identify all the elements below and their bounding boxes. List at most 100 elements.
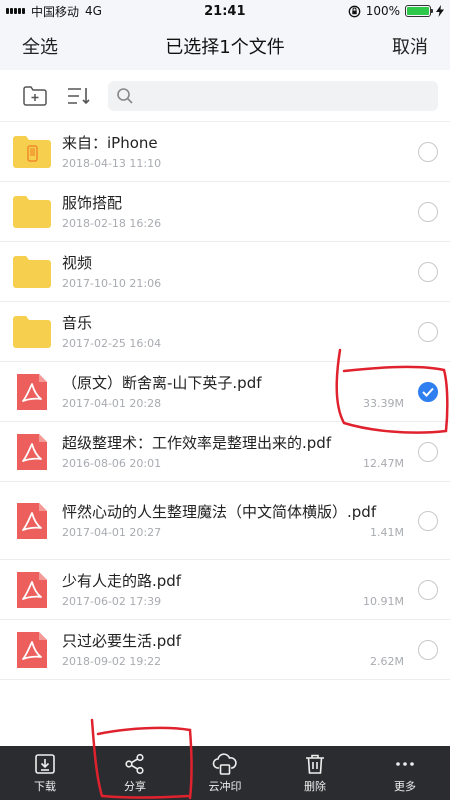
share-icon [125, 753, 144, 775]
cloud-print-button[interactable]: 云冲印 [190, 752, 260, 794]
selection-checkbox[interactable] [418, 441, 438, 462]
rotation-lock-icon [348, 5, 361, 17]
file-info: 视频 2017-10-10 21:06 [62, 253, 412, 290]
file-name: 视频 [62, 254, 93, 272]
file-size: 2.62M [370, 655, 404, 668]
folder-row[interactable]: 来自：iPhone 2018-04-13 11:10 [0, 122, 450, 182]
file-meta: 2017-04-01 20:27 1.41M [62, 526, 412, 539]
status-right: 100% [348, 4, 444, 18]
signal-icon [6, 8, 25, 14]
status-left: 中国移动 4G [6, 3, 102, 20]
page-title: 已选择1个文件 [165, 37, 285, 58]
selection-checkbox[interactable] [418, 639, 438, 660]
status-time: 21:41 [204, 3, 246, 19]
file-date: 2017-04-01 20:28 [62, 397, 162, 410]
download-button[interactable]: 下载 [10, 752, 80, 794]
file-meta: 2017-04-01 20:28 33.39M [62, 397, 412, 410]
folder-row[interactable]: 视频 2017-10-10 21:06 [0, 242, 450, 302]
file-row[interactable]: （原文）断舍离-山下英子.pdf 2017-04-01 20:28 33.39M [0, 362, 450, 422]
share-label: 分享 [124, 780, 146, 793]
file-meta: 2017-10-10 21:06 [62, 277, 412, 290]
file-name: 少有人走的路.pdf [62, 572, 182, 590]
cloud-print-label: 云冲印 [208, 780, 242, 793]
select-all-button[interactable]: 全选 [22, 33, 58, 59]
trash-icon [306, 754, 324, 774]
folder-row[interactable]: 音乐 2017-02-25 16:04 [0, 302, 450, 362]
file-name: 怦然心动的人生整理魔法（中文简体横版）.pdf [62, 503, 377, 521]
search-box[interactable] [108, 80, 438, 111]
file-row[interactable]: 少有人走的路.pdf 2017-06-02 17:39 10.91M [0, 560, 450, 620]
charging-bolt-icon [436, 5, 444, 17]
file-date: 2017-04-01 20:27 [62, 526, 162, 539]
pdf-file-icon [12, 570, 52, 610]
folder-icon [12, 312, 52, 352]
delete-button[interactable]: 删除 [280, 752, 350, 794]
sort-icon [68, 87, 90, 104]
file-name: （原文）断舍离-山下英子.pdf [62, 374, 262, 392]
file-meta: 2018-09-02 19:22 2.62M [62, 655, 412, 668]
cloud-print-icon [212, 753, 237, 775]
more-label: 更多 [394, 780, 416, 793]
file-info: 来自：iPhone 2018-04-13 11:10 [62, 133, 412, 170]
download-label: 下载 [34, 780, 56, 793]
new-folder-button[interactable] [20, 81, 50, 111]
more-button[interactable]: 更多 [370, 752, 440, 794]
share-button[interactable]: 分享 [100, 752, 170, 794]
file-meta: 2017-06-02 17:39 10.91M [62, 595, 412, 608]
carrier-label: 中国移动 [31, 4, 80, 19]
file-info: 怦然心动的人生整理魔法（中文简体横版）.pdf 2017-04-01 20:27 1… [62, 502, 412, 539]
more-icon [396, 762, 414, 766]
file-info: 少有人走的路.pdf 2017-06-02 17:39 10.91M [62, 571, 412, 608]
file-row[interactable]: 只过必要生活.pdf 2018-09-02 19:22 2.62M [0, 620, 450, 680]
file-meta: 2017-02-25 16:04 [62, 337, 412, 350]
file-name: 来自：iPhone [62, 134, 158, 152]
selection-checkbox[interactable] [418, 510, 438, 531]
folder-row[interactable]: 服饰搭配 2018-02-18 16:26 [0, 182, 450, 242]
battery-icon [405, 5, 433, 17]
file-name: 服饰搭配 [62, 194, 123, 212]
delete-label: 删除 [304, 780, 326, 793]
selection-checkbox[interactable] [418, 579, 438, 600]
selection-checkbox[interactable] [418, 201, 438, 222]
pdf-file-icon [12, 432, 52, 472]
file-info: 超级整理术：工作效率是整理出来的.pdf 2016-08-06 20:01 12.4… [62, 433, 412, 470]
file-date: 2018-04-13 11:10 [62, 157, 162, 170]
new-folder-icon [23, 85, 47, 106]
file-date: 2017-06-02 17:39 [62, 595, 162, 608]
file-name: 只过必要生活.pdf [62, 632, 182, 650]
download-icon [35, 754, 55, 774]
cancel-button[interactable]: 取消 [392, 33, 428, 59]
search-input[interactable] [140, 87, 438, 104]
pdf-file-icon [12, 630, 52, 670]
file-row[interactable]: 超级整理术：工作效率是整理出来的.pdf 2016-08-06 20:01 12.4… [0, 422, 450, 482]
checkmark-icon [422, 387, 434, 397]
file-size: 33.39M [363, 397, 404, 410]
file-info: （原文）断舍离-山下英子.pdf 2017-04-01 20:28 33.39M [62, 373, 412, 410]
selection-checkbox[interactable] [418, 141, 438, 162]
file-size: 1.41M [370, 526, 404, 539]
bottom-action-bar: 下载 分享 云冲印 删除 更多 [0, 746, 450, 800]
file-info: 只过必要生活.pdf 2018-09-02 19:22 2.62M [62, 631, 412, 668]
file-date: 2016-08-06 20:01 [62, 457, 162, 470]
file-info: 服饰搭配 2018-02-18 16:26 [62, 193, 412, 230]
pdf-file-icon [12, 501, 52, 541]
selection-checkbox-checked[interactable] [418, 381, 438, 402]
file-meta: 2018-04-13 11:10 [62, 157, 412, 170]
file-info: 音乐 2017-02-25 16:04 [62, 313, 412, 350]
selection-checkbox[interactable] [418, 261, 438, 282]
folder-icon [12, 252, 52, 292]
file-size: 10.91M [363, 595, 404, 608]
file-meta: 2016-08-06 20:01 12.47M [62, 457, 412, 470]
file-name: 超级整理术：工作效率是整理出来的.pdf [62, 434, 332, 452]
file-name: 音乐 [62, 314, 93, 332]
selection-checkbox[interactable] [418, 321, 438, 342]
pdf-file-icon [12, 372, 52, 412]
sort-button[interactable] [64, 81, 94, 111]
status-bar: 中国移动 4G 21:41 100% [0, 0, 450, 22]
file-row[interactable]: 怦然心动的人生整理魔法（中文简体横版）.pdf 2017-04-01 20:27 1… [0, 482, 450, 560]
battery-percent: 100% [365, 4, 400, 18]
toolbar [0, 70, 450, 122]
file-list: 来自：iPhone 2018-04-13 11:10 服饰搭配 2018-02-18 … [0, 122, 450, 680]
file-date: 2018-02-18 16:26 [62, 217, 162, 230]
network-label: 4G [85, 4, 102, 18]
